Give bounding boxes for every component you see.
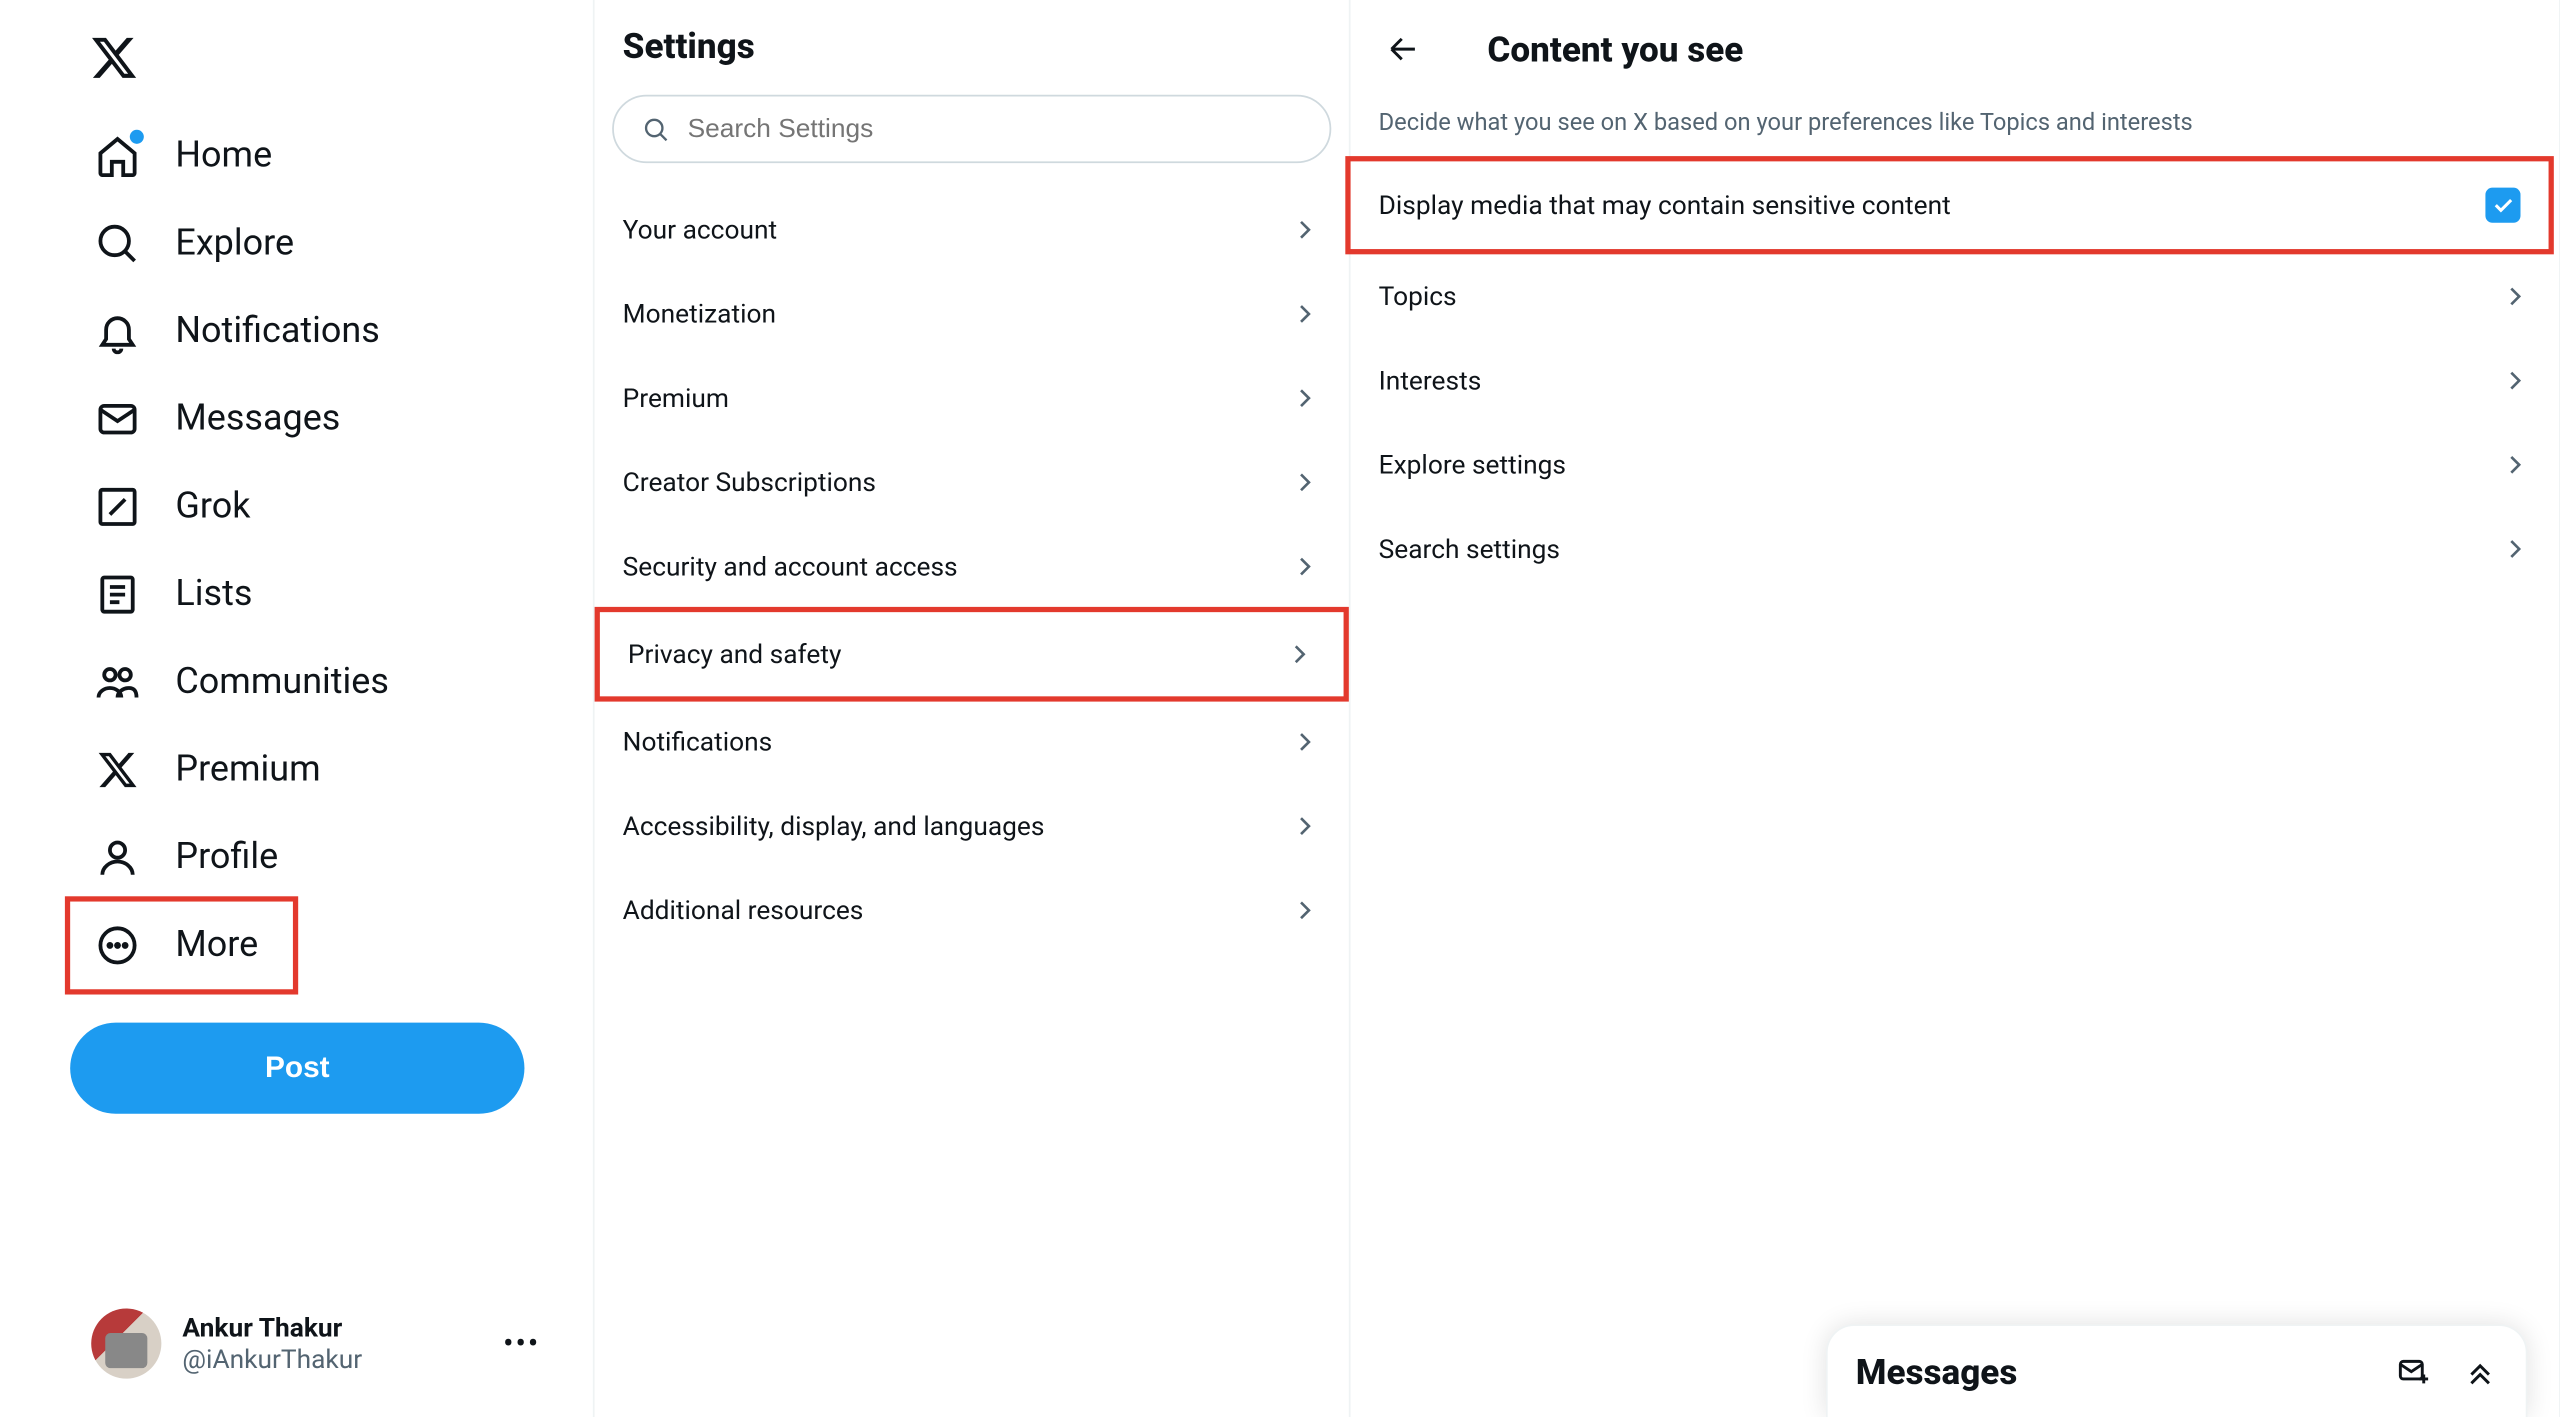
chevron-right-icon [2499, 281, 2531, 313]
detail-item-label: Topics [1379, 281, 1457, 313]
profile-handle: @iAnkurThakur [182, 1344, 482, 1376]
detail-item-topics[interactable]: Topics [1351, 254, 2560, 338]
settings-item-resources[interactable]: Additional resources [595, 868, 1349, 952]
detail-header: Content you see [1351, 0, 2560, 91]
chevron-right-icon [1289, 382, 1321, 414]
nav-premium[interactable]: Premium [70, 726, 345, 814]
x-logo[interactable] [70, 14, 158, 102]
primary-nav: Home Explore Notifications Messages Grok [0, 0, 593, 1417]
settings-item-accessibility[interactable]: Accessibility, display, and languages [595, 784, 1349, 868]
detail-description: Decide what you see on X based on your p… [1351, 91, 2560, 161]
profile-icon [95, 835, 141, 881]
nav-explore[interactable]: Explore [70, 200, 318, 288]
home-icon [95, 133, 141, 179]
nav-label: Lists [175, 574, 252, 616]
notification-dot [130, 130, 144, 144]
nav-label: Communities [175, 661, 389, 703]
settings-item-label: Security and account access [623, 551, 958, 583]
chevron-right-icon [2499, 365, 2531, 397]
chevron-right-icon [1289, 467, 1321, 499]
chevron-right-icon [2499, 533, 2531, 565]
chevron-right-icon [1289, 551, 1321, 583]
nav-notifications[interactable]: Notifications [70, 288, 404, 376]
nav-label: Grok [175, 486, 250, 528]
more-icon [95, 923, 141, 969]
profile-text: Ankur Thakur @iAnkurThakur [182, 1312, 482, 1375]
settings-item-security[interactable]: Security and account access [595, 524, 1349, 608]
nav-grok[interactable]: Grok [70, 463, 275, 551]
nav-label: Premium [175, 749, 320, 791]
chevron-right-icon [1289, 810, 1321, 842]
nav-label: Profile [175, 837, 278, 879]
nav-messages[interactable]: Messages [70, 375, 365, 463]
detail-item-label: Display media that may contain sensitive… [1379, 189, 1951, 221]
settings-item-account[interactable]: Your account [595, 188, 1349, 272]
search-icon [642, 115, 670, 143]
new-message-icon[interactable] [2396, 1354, 2431, 1389]
detail-item-explore[interactable]: Explore settings [1351, 423, 2560, 507]
chevron-right-icon [1284, 638, 1316, 670]
nav-label: Home [175, 135, 272, 177]
detail-item-sensitive[interactable]: Display media that may contain sensitive… [1345, 156, 2554, 254]
chevron-right-icon [1289, 895, 1321, 927]
grok-icon [95, 484, 141, 530]
settings-item-label: Your account [623, 214, 777, 246]
nav-communities[interactable]: Communities [70, 638, 413, 726]
search-icon [95, 221, 141, 267]
x-icon [95, 747, 141, 793]
mail-icon [95, 396, 141, 442]
detail-column: Content you see Decide what you see on X… [1351, 0, 2560, 1417]
settings-item-label: Monetization [623, 298, 776, 330]
profile-name: Ankur Thakur [182, 1312, 482, 1344]
detail-item-label: Explore settings [1379, 449, 1566, 481]
nav-more[interactable]: More [70, 902, 293, 990]
detail-item-interests[interactable]: Interests [1351, 339, 2560, 423]
messages-dock[interactable]: Messages [1826, 1324, 2528, 1417]
messages-dock-label: Messages [1856, 1351, 2018, 1393]
settings-title: Settings [595, 0, 1349, 84]
nav-profile[interactable]: Profile [70, 814, 303, 902]
nav-label: Explore [175, 223, 294, 265]
settings-item-privacy[interactable]: Privacy and safety [595, 607, 1349, 702]
back-button[interactable] [1372, 18, 1435, 81]
nav-label: Notifications [175, 310, 379, 352]
settings-item-label: Privacy and safety [628, 638, 841, 670]
ellipsis-icon[interactable]: ••• [503, 1325, 540, 1362]
account-switcher[interactable]: Ankur Thakur @iAnkurThakur ••• [70, 1294, 561, 1392]
checkbox-checked[interactable] [2485, 188, 2520, 223]
chevron-right-icon [2499, 449, 2531, 481]
settings-item-label: Accessibility, display, and languages [623, 810, 1045, 842]
detail-item-search[interactable]: Search settings [1351, 507, 2560, 591]
nav-label: More [175, 924, 258, 966]
settings-item-premium[interactable]: Premium [595, 356, 1349, 440]
highlight-more: More [65, 896, 299, 994]
settings-item-label: Creator Subscriptions [623, 467, 876, 499]
expand-icon[interactable] [2463, 1354, 2498, 1389]
post-button[interactable]: Post [70, 1023, 524, 1114]
nav-label: Messages [175, 398, 340, 440]
detail-title: Content you see [1487, 28, 1743, 70]
chevron-right-icon [1289, 298, 1321, 330]
nav-lists[interactable]: Lists [70, 551, 277, 639]
settings-item-monetization[interactable]: Monetization [595, 272, 1349, 356]
detail-item-label: Interests [1379, 365, 1482, 397]
detail-item-label: Search settings [1379, 533, 1560, 565]
settings-item-label: Notifications [623, 726, 773, 758]
settings-column: Settings Your account Monetization Premi… [593, 0, 1351, 1417]
settings-item-label: Additional resources [623, 895, 864, 927]
nav-home[interactable]: Home [70, 112, 297, 200]
settings-item-label: Premium [623, 382, 729, 414]
communities-icon [95, 660, 141, 706]
chevron-right-icon [1289, 214, 1321, 246]
settings-item-notifications[interactable]: Notifications [595, 700, 1349, 784]
list-icon [95, 572, 141, 618]
settings-search[interactable] [612, 95, 1331, 163]
avatar [91, 1308, 161, 1378]
chevron-right-icon [1289, 726, 1321, 758]
settings-item-creator[interactable]: Creator Subscriptions [595, 440, 1349, 524]
bell-icon [95, 309, 141, 355]
settings-search-input[interactable] [688, 114, 1302, 144]
